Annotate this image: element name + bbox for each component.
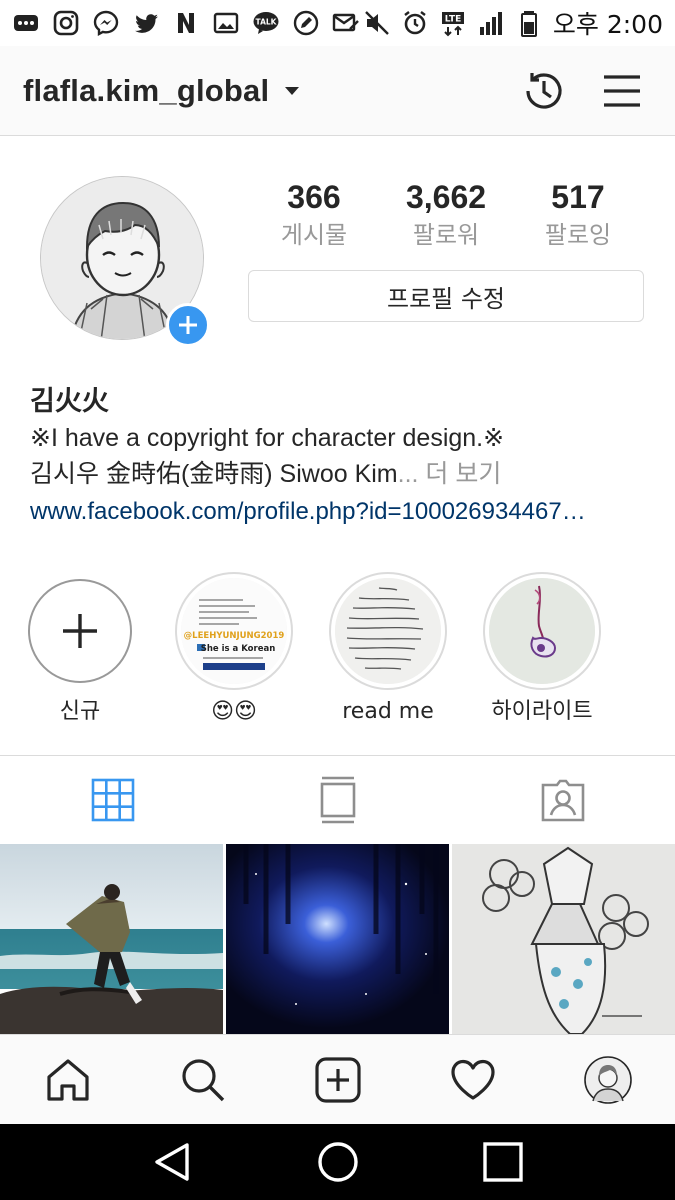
tab-grid[interactable] <box>0 756 225 844</box>
nav-profile[interactable] <box>540 1035 675 1124</box>
home-circle-icon <box>317 1142 358 1182</box>
nav-new-post[interactable] <box>270 1035 405 1124</box>
signal-icon <box>477 9 505 37</box>
highlight-thumbnail: @LEEHYUNJUNG2019 She is a Korean <box>181 578 287 684</box>
menu-icon[interactable] <box>597 66 647 116</box>
bio-line-2: 김시우 金時佑(金時雨) Siwoo Kim... 더 보기 <box>30 456 650 492</box>
more-link[interactable]: 더 보기 <box>418 460 501 488</box>
highlight-item[interactable]: read me <box>313 572 463 726</box>
highlight-thumbnail <box>489 578 595 684</box>
highlight-item[interactable]: @LEEHYUNJUNG2019 She is a Korean 😍😍 <box>159 572 309 726</box>
recents-icon <box>482 1142 523 1182</box>
back-icon <box>154 1143 189 1181</box>
posts-count[interactable]: 366 게시물 <box>248 178 380 250</box>
post-thumbnail[interactable] <box>452 844 675 1034</box>
home-icon <box>46 1058 89 1101</box>
status-notification-icons: TALK <box>12 9 360 37</box>
new-post-icon <box>314 1056 361 1103</box>
bio-line-1: ※I have a copyright for character design… <box>30 424 505 452</box>
archive-icon[interactable] <box>519 66 569 116</box>
alarm-icon <box>401 9 429 37</box>
following-count[interactable]: 517 팔로잉 <box>512 178 644 250</box>
svg-text:TALK: TALK <box>256 18 278 27</box>
activity-icon <box>450 1059 495 1100</box>
profile-top-bar: flafla.kim_global <box>0 46 675 136</box>
profile-bio: 김火火 ※I have a copyright for character de… <box>30 384 650 532</box>
highlight-thumbnail <box>335 578 441 684</box>
talk-icon: TALK <box>252 9 280 37</box>
chevron-down-icon[interactable] <box>285 86 300 95</box>
post-thumbnail[interactable] <box>226 844 449 1034</box>
highlight-item[interactable]: 하이라이트 <box>467 572 617 726</box>
post-thumbnail[interactable] <box>0 844 223 1034</box>
bio-line-2-text: 김시우 金時佑(金時雨) Siwoo Kim <box>30 460 398 488</box>
edit-profile-button[interactable]: 프로필 수정 <box>248 270 644 322</box>
tab-tagged[interactable] <box>450 756 675 844</box>
account-switcher[interactable]: flafla.kim_global <box>23 73 300 109</box>
gallery-icon <box>212 9 240 37</box>
highlight-new[interactable]: 신규 <box>5 572 155 726</box>
highlight-thumb-text: @LEEHYUNJUNG2019 <box>184 631 285 641</box>
nav-search[interactable] <box>135 1035 270 1124</box>
grid-icon <box>91 778 134 822</box>
search-icon <box>181 1058 224 1101</box>
more-icon <box>12 9 40 37</box>
posts-count-value: 366 <box>287 179 341 215</box>
website-link[interactable]: www.facebook.com/profile.php?id=10002693… <box>30 492 646 532</box>
story-highlights: 신규 @LEEHYUNJUNG2019 She is a Korean 😍😍 r… <box>0 572 675 732</box>
recents-button[interactable] <box>473 1132 533 1192</box>
system-nav-bar <box>0 1124 675 1200</box>
twitter-icon <box>132 9 160 37</box>
post-grid <box>0 844 675 1034</box>
plus-icon <box>179 316 197 334</box>
tab-feed[interactable] <box>225 756 450 844</box>
followers-count-label: 팔로워 <box>412 221 480 249</box>
n-app-icon <box>172 9 200 37</box>
posts-count-label: 게시물 <box>280 221 348 249</box>
profile-display-name: 김火火 <box>30 386 109 417</box>
battery-icon <box>515 9 543 37</box>
svg-text:LTE: LTE <box>445 15 462 25</box>
nav-activity[interactable] <box>405 1035 540 1124</box>
mute-icon <box>363 9 391 37</box>
back-button[interactable] <box>143 1132 203 1192</box>
lte-icon: LTE <box>439 9 467 37</box>
followers-count[interactable]: 3,662 팔로워 <box>380 178 512 250</box>
feed-icon <box>320 776 355 824</box>
mail-icon <box>332 9 360 37</box>
edit-icon <box>292 9 320 37</box>
messenger-icon <box>92 9 120 37</box>
home-button[interactable] <box>308 1132 368 1192</box>
following-count-label: 팔로잉 <box>544 221 612 249</box>
highlight-label: read me <box>342 699 434 724</box>
highlight-label: 하이라이트 <box>491 699 593 724</box>
followers-count-value: 3,662 <box>405 179 487 215</box>
instagram-icon <box>52 9 80 37</box>
status-system-icons: LTE 오후 2:00 <box>363 5 663 41</box>
plus-icon <box>63 614 97 648</box>
tagged-icon <box>541 779 584 822</box>
nav-home[interactable] <box>0 1035 135 1124</box>
highlight-new-ring[interactable] <box>28 579 132 683</box>
profile-stats: 366 게시물 3,662 팔로워 517 팔로잉 <box>248 178 644 250</box>
status-bar: TALK LTE 오후 2:00 <box>0 0 675 46</box>
highlight-thumb-subtext: She is a Korean <box>201 644 276 654</box>
highlight-ring[interactable] <box>483 572 601 690</box>
highlight-ring[interactable] <box>329 572 447 690</box>
profile-icon <box>583 1055 632 1104</box>
bottom-nav <box>0 1034 675 1124</box>
following-count-value: 517 <box>551 179 605 215</box>
profile-username[interactable]: flafla.kim_global <box>23 73 269 109</box>
status-time: 오후 2:00 <box>552 10 663 39</box>
profile-view-tabs <box>0 756 675 844</box>
bio-ellipsis: ... <box>397 460 419 488</box>
highlight-label: 😍😍 <box>211 699 257 724</box>
add-story-button[interactable] <box>166 303 210 347</box>
highlight-label: 신규 <box>59 699 101 724</box>
highlight-ring[interactable]: @LEEHYUNJUNG2019 She is a Korean <box>175 572 293 690</box>
